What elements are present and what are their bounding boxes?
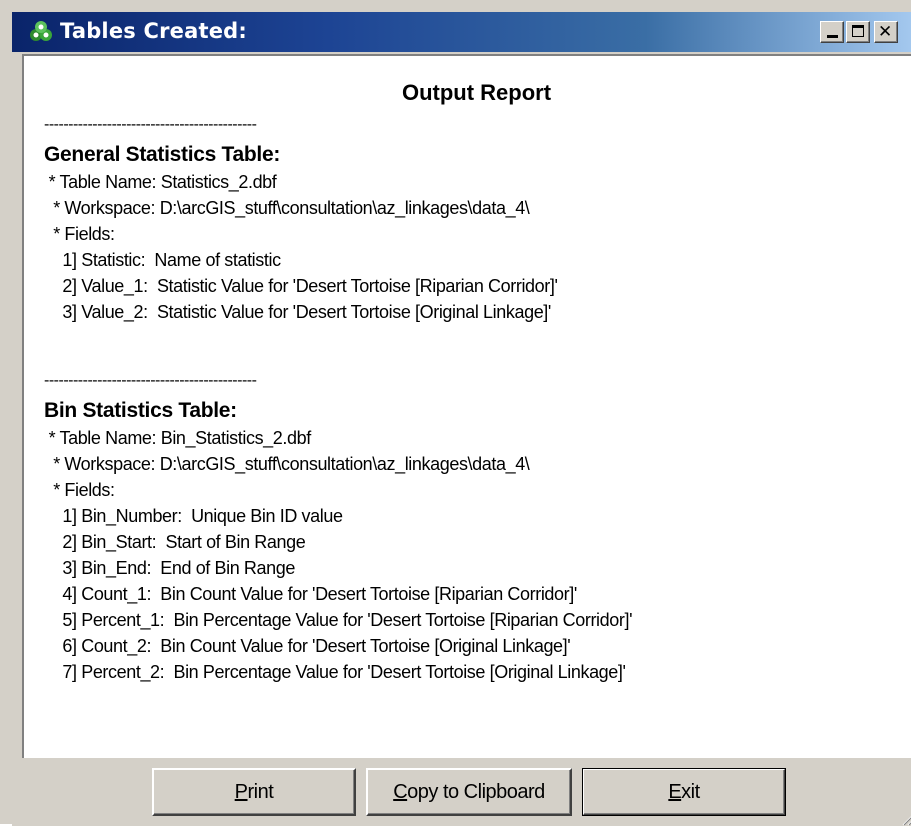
- report-line: * Fields:: [44, 480, 115, 500]
- maximize-button[interactable]: [846, 21, 870, 43]
- report-line: 5] Percent_1: Bin Percentage Value for '…: [44, 610, 633, 630]
- close-icon: ✕: [878, 22, 893, 42]
- copy-to-clipboard-button[interactable]: Copy to Clipboard: [366, 768, 572, 816]
- close-button[interactable]: ✕: [874, 21, 898, 43]
- report-line: * Table Name: Bin_Statistics_2.dbf: [44, 428, 312, 448]
- resize-grip-icon[interactable]: [899, 808, 911, 826]
- report-line: 3] Bin_End: End of Bin Range: [44, 558, 295, 578]
- report-line: 1] Statistic: Name of statistic: [44, 250, 281, 270]
- section-heading-bin: Bin Statistics Table:: [44, 399, 237, 422]
- report-line: 1] Bin_Number: Unique Bin ID value: [44, 506, 343, 526]
- exit-button[interactable]: Exit: [582, 768, 786, 816]
- tables-created-window: Tables Created: ✕ Output Report --------…: [0, 0, 911, 826]
- report-line: * Table Name: Statistics_2.dbf: [44, 172, 277, 192]
- report-line: * Fields:: [44, 224, 115, 244]
- report-line: 6] Count_2: Bin Count Value for 'Desert …: [44, 636, 571, 656]
- separator-line: ----------------------------------------…: [44, 372, 257, 389]
- report-title: Output Report: [401, 80, 552, 105]
- section-heading-general: General Statistics Table:: [44, 143, 281, 166]
- button-bar: Print Copy to Clipboard Exit: [12, 758, 911, 826]
- report-text-area[interactable]: Output Report --------------------------…: [22, 54, 911, 758]
- minimize-icon: [827, 35, 838, 38]
- arcgis-toolbox-icon: [30, 21, 52, 41]
- report-line: 3] Value_2: Statistic Value for 'Desert …: [44, 302, 551, 322]
- report-line: * Workspace: D:\arcGIS_stuff\consultatio…: [44, 198, 530, 218]
- report-line: * Workspace: D:\arcGIS_stuff\consultatio…: [44, 454, 530, 474]
- report-line: 2] Value_1: Statistic Value for 'Desert …: [44, 276, 558, 296]
- report-line: 7] Percent_2: Bin Percentage Value for '…: [44, 662, 626, 682]
- title-bar[interactable]: Tables Created: ✕: [12, 12, 911, 52]
- maximize-icon: [852, 25, 864, 37]
- report-line: 4] Count_1: Bin Count Value for 'Desert …: [44, 584, 577, 604]
- minimize-button[interactable]: [820, 21, 844, 43]
- report-line: 2] Bin_Start: Start of Bin Range: [44, 532, 306, 552]
- separator-line: ----------------------------------------…: [44, 116, 257, 133]
- window-title: Tables Created:: [60, 19, 247, 43]
- print-button[interactable]: Print: [152, 768, 356, 816]
